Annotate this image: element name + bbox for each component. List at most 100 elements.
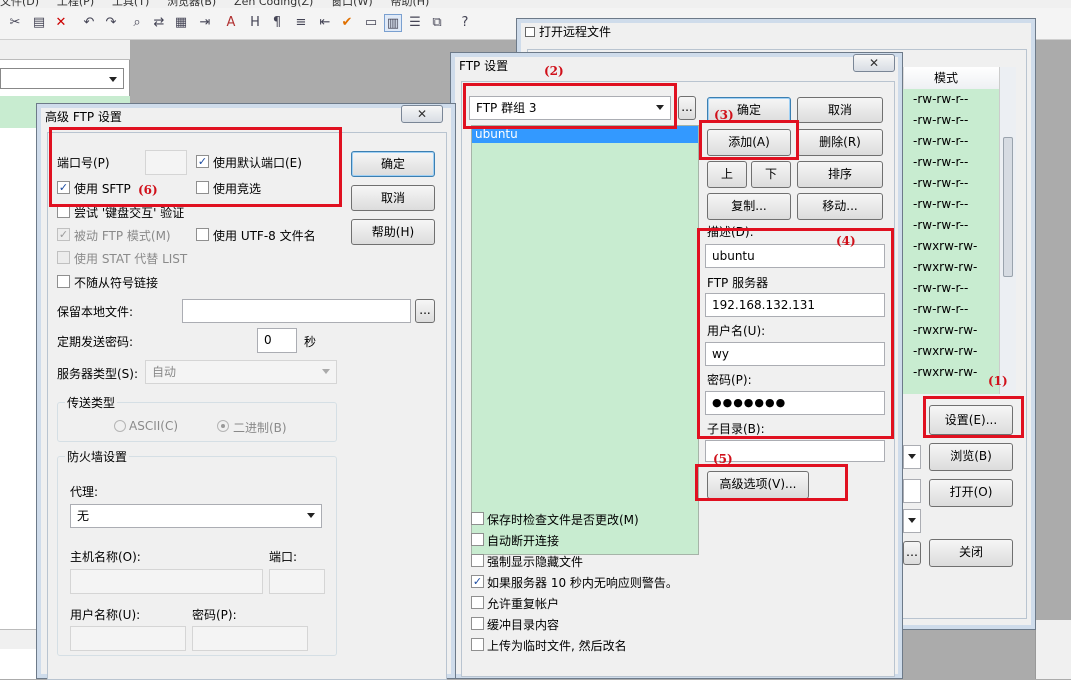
- no-symlink-label: 不随从符号链接: [74, 276, 159, 290]
- menu-file[interactable]: 文件(D): [0, 0, 39, 8]
- indent-icon[interactable]: ⇤: [316, 14, 334, 32]
- ftp-option-label: 保存时检查文件是否更改(M): [487, 513, 639, 527]
- annotation-box-2: [463, 83, 677, 129]
- use-utf8-label: 使用 UTF-8 文件名: [213, 229, 316, 243]
- menu-project[interactable]: 工程(P): [57, 0, 94, 8]
- mode-cell: -rwxrw-rw-: [913, 260, 978, 274]
- adv-cancel-button[interactable]: 取消: [351, 185, 435, 211]
- menu-help[interactable]: 帮助(H): [390, 0, 429, 8]
- goto-icon[interactable]: ⇥: [196, 14, 214, 32]
- firewall-port-label: 端口:: [269, 550, 298, 564]
- use-utf8-checkbox[interactable]: [196, 228, 209, 241]
- help-pointer-icon[interactable]: ?: [456, 14, 474, 32]
- delete-icon[interactable]: ✕: [52, 14, 70, 32]
- heading-icon[interactable]: H: [246, 14, 264, 32]
- close-button[interactable]: 关闭: [929, 539, 1013, 567]
- menu-tools[interactable]: 工具(T): [112, 0, 149, 8]
- adv-close-button[interactable]: ✕: [401, 105, 443, 123]
- mode-cell: -rw-rw-r--: [913, 302, 969, 316]
- ftp-cancel-button[interactable]: 取消: [797, 97, 883, 123]
- find-in-files-icon[interactable]: ▦: [172, 14, 190, 32]
- ftp-option-checkbox[interactable]: [471, 533, 484, 546]
- view-window-icon[interactable]: ⧉: [428, 14, 446, 32]
- send-password-label: 定期发送密码:: [57, 335, 134, 349]
- find-icon[interactable]: ⌕: [128, 14, 146, 32]
- ftp-option-checkbox[interactable]: [471, 554, 484, 567]
- annotation-label-2: (2): [544, 64, 564, 78]
- ftp-option-checkbox[interactable]: [471, 596, 484, 609]
- cut-icon[interactable]: ✂: [6, 14, 24, 32]
- annotation-label-1: (1): [988, 374, 1008, 388]
- no-symlink-checkbox[interactable]: [57, 275, 70, 288]
- send-password-field[interactable]: 0: [257, 328, 297, 353]
- server-type-select[interactable]: 自动: [145, 360, 337, 384]
- open-button[interactable]: 打开(O): [929, 479, 1013, 507]
- ftp-group-more-button[interactable]: ...: [678, 96, 696, 120]
- host-name-field[interactable]: [70, 569, 263, 594]
- keep-local-browse-button[interactable]: ...: [415, 299, 435, 323]
- ftp-option-checkbox[interactable]: ✓: [471, 575, 484, 588]
- redo-icon[interactable]: ↷: [102, 14, 120, 32]
- menu-zen-coding[interactable]: Zen Coding(Z): [234, 0, 313, 8]
- annotation-label-4: (4): [836, 234, 856, 248]
- ftp-server-list[interactable]: ubuntu: [471, 125, 699, 555]
- mode-cell: -rw-rw-r--: [913, 176, 969, 190]
- browse-button[interactable]: 浏览(B): [929, 443, 1013, 471]
- paste-icon[interactable]: ▤: [30, 14, 48, 32]
- adv-ok-button[interactable]: 确定: [351, 151, 435, 177]
- delete-server-button[interactable]: 删除(R): [797, 129, 883, 156]
- mode-column-header[interactable]: 模式: [903, 67, 1001, 89]
- view-normal-icon[interactable]: ▭: [362, 14, 380, 32]
- annotation-label-5: (5): [713, 452, 733, 466]
- check-icon[interactable]: ✔: [338, 14, 356, 32]
- ftp-close-button[interactable]: ✕: [853, 54, 895, 72]
- mode-cell: -rw-rw-r--: [913, 218, 969, 232]
- filename-field[interactable]: [903, 479, 921, 503]
- copy-button[interactable]: 复制...: [707, 193, 791, 220]
- menu-browser[interactable]: 浏览器(B): [167, 0, 216, 8]
- undo-icon[interactable]: ↶: [80, 14, 98, 32]
- binary-radio[interactable]: [217, 420, 229, 432]
- mode-cell: -rwxrw-rw-: [913, 239, 978, 253]
- replace-icon[interactable]: ⇄: [150, 14, 168, 32]
- format-icon[interactable]: ≡: [292, 14, 310, 32]
- menu-window[interactable]: 窗口(W): [331, 0, 372, 8]
- paragraph-icon[interactable]: ¶: [268, 14, 286, 32]
- ftp-option-checkbox[interactable]: [471, 512, 484, 525]
- file-list-scrollbar[interactable]: [999, 67, 1016, 394]
- left-panel-combo[interactable]: [0, 68, 124, 89]
- mode-cell: -rw-rw-r--: [913, 197, 969, 211]
- filetype-dropdown[interactable]: [903, 509, 921, 533]
- move-up-button[interactable]: 上: [707, 161, 747, 188]
- ftp-option-label: 上传为临时文件, 然后改名: [487, 639, 627, 653]
- font-icon[interactable]: A: [222, 14, 240, 32]
- view-list-icon[interactable]: ☰: [406, 14, 424, 32]
- annotation-box-4: [697, 228, 894, 439]
- view-split-icon[interactable]: ▥: [384, 14, 402, 32]
- firewall-password-field[interactable]: [192, 626, 308, 651]
- more-button[interactable]: …: [903, 541, 921, 565]
- proxy-label: 代理:: [70, 485, 99, 499]
- annotation-label-3: (3): [714, 108, 734, 122]
- ftp-option-label: 允许重复帐户: [487, 597, 560, 611]
- passive-ftp-label: 被动 FTP 模式(M): [74, 229, 171, 243]
- mode-cell: -rw-rw-r--: [913, 113, 969, 127]
- sort-button[interactable]: 排序: [797, 161, 883, 188]
- use-stat-checkbox[interactable]: [57, 251, 70, 264]
- move-button[interactable]: 移动...: [797, 193, 883, 220]
- firewall-user-field[interactable]: [70, 626, 186, 651]
- menubar: 文件(D) 工程(P) 工具(T) 浏览器(B) Zen Coding(Z) 窗…: [0, 0, 1071, 8]
- proxy-select[interactable]: 无: [70, 504, 322, 528]
- passive-ftp-checkbox[interactable]: ✓: [57, 228, 70, 241]
- keep-local-field[interactable]: [182, 299, 411, 323]
- adv-help-button[interactable]: 帮助(H): [351, 219, 435, 245]
- server-type-value: 自动: [152, 365, 177, 379]
- firewall-port-field[interactable]: [269, 569, 325, 594]
- ftp-option-checkbox[interactable]: [471, 638, 484, 651]
- ascii-radio[interactable]: [114, 420, 126, 432]
- ftp-option-checkbox[interactable]: [471, 617, 484, 630]
- window-icon: [525, 27, 535, 37]
- path-dropdown[interactable]: [903, 445, 921, 469]
- annotation-label-6: (6): [138, 183, 158, 197]
- move-down-button[interactable]: 下: [751, 161, 791, 188]
